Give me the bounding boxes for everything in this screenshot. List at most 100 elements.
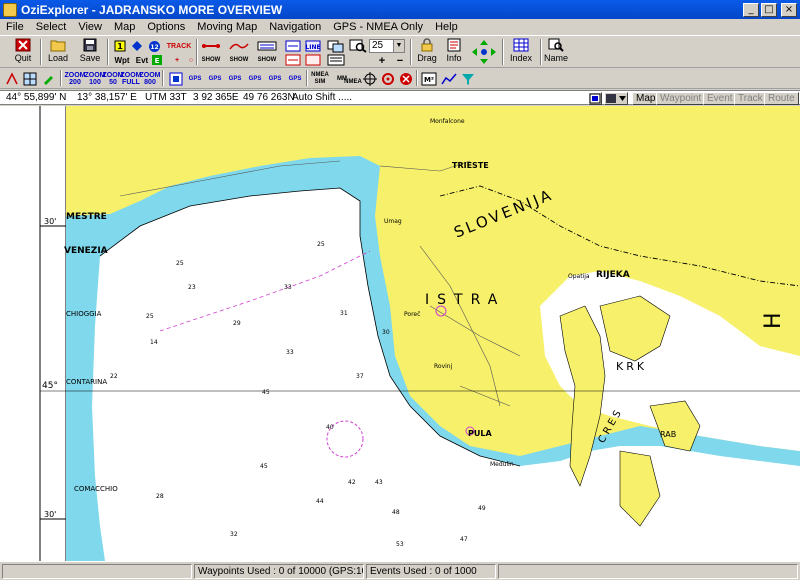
menu-navigation[interactable]: Navigation: [263, 21, 327, 33]
window-title: OziExplorer - JADRANSKO MORE OVERVIEW: [21, 2, 283, 17]
map-label-comacchio: COMACCHIO: [74, 485, 118, 493]
depth-sounding: 42: [348, 479, 356, 486]
map-windows-icon[interactable]: [326, 39, 346, 53]
target-icon[interactable]: [380, 71, 396, 87]
search-icon[interactable]: [348, 39, 368, 53]
nmea-sim-button[interactable]: NMEA SIM: [310, 71, 330, 87]
dropper-icon[interactable]: [40, 71, 56, 87]
depth-sounding: 33: [284, 284, 292, 291]
drag-button[interactable]: Drag: [414, 38, 440, 66]
map-list-icon[interactable]: [326, 53, 346, 67]
quit-button[interactable]: Quit: [10, 38, 36, 66]
gps-routes-button[interactable]: GPS: [246, 71, 264, 87]
line-icon[interactable]: LINE: [304, 39, 322, 53]
depth-sounding: 37: [356, 373, 364, 380]
route-settings-icon[interactable]: [284, 39, 302, 53]
close-button[interactable]: ×: [781, 2, 797, 17]
floppy-icon: [83, 38, 97, 52]
depth-sounding: 29: [233, 320, 241, 327]
depth-sounding: 44: [316, 498, 324, 505]
map-label-rab: RAB: [660, 430, 676, 439]
zoom-in-button[interactable]: +: [373, 54, 391, 68]
map-canvas[interactable]: SLOVENIJA ISTRA KRK CRES RAB VENEZIA MES…: [0, 106, 800, 561]
event-icon[interactable]: E: [148, 53, 166, 67]
diamond-icon[interactable]: [128, 39, 146, 53]
graph-icon[interactable]: [440, 71, 458, 87]
route-line-icon[interactable]: [200, 39, 222, 53]
track-tool[interactable]: TRACK: [166, 39, 192, 53]
auto-shift-readout: Auto Shift .....: [292, 92, 353, 103]
gps-download-button[interactable]: GPS: [226, 71, 244, 87]
map-frame-icon[interactable]: [168, 71, 184, 87]
index-button[interactable]: Index: [506, 38, 536, 66]
svg-text:1: 1: [117, 42, 123, 51]
nmea-log-button[interactable]: NMEA: [342, 71, 364, 87]
save-button[interactable]: Save: [76, 38, 104, 66]
map-label-rijeka: RIJEKA: [596, 270, 630, 280]
waypoints-list-icon[interactable]: [256, 39, 278, 53]
stop-icon[interactable]: [398, 71, 414, 87]
zoom-out-button[interactable]: −: [391, 54, 409, 68]
map-label-contarina: CONTARINA: [66, 378, 107, 386]
depth-sounding: 25: [146, 313, 154, 320]
number-circle-icon[interactable]: 12: [145, 39, 163, 53]
wpt-label-button[interactable]: Wpt: [111, 53, 133, 67]
maximize-button[interactable]: □: [761, 2, 777, 17]
map-grid-icon[interactable]: [22, 71, 38, 87]
waypoint-tool-icon[interactable]: 1: [111, 39, 129, 53]
gps-upload-button[interactable]: GPS: [206, 71, 224, 87]
map-label-mestre: MESTRE: [66, 212, 107, 222]
funnel-icon[interactable]: [460, 71, 476, 87]
zoom-800-button[interactable]: ZOOM 800: [140, 71, 161, 87]
depth-sounding: 48: [392, 509, 400, 516]
name-search-button[interactable]: Name: [542, 38, 570, 66]
gps-tracks-button[interactable]: GPS: [266, 71, 284, 87]
lat-label-30-north: 30': [44, 217, 56, 226]
gps-events-button[interactable]: GPS: [286, 71, 304, 87]
mode-event-button[interactable]: Event: [703, 92, 737, 105]
minimize-button[interactable]: _: [743, 2, 759, 17]
nmea-data-icon[interactable]: M²: [420, 71, 438, 87]
show-waypoints-button[interactable]: SHOW: [256, 53, 278, 67]
depth-sounding: 23: [188, 284, 196, 291]
lat-label-30-south: 30': [44, 510, 56, 519]
crosshair-icon[interactable]: [362, 71, 378, 87]
gps-button[interactable]: GPS: [186, 71, 204, 87]
zoom-full-button[interactable]: ZOOM FULL: [121, 71, 142, 87]
show-route-button[interactable]: SHOW: [200, 53, 222, 67]
zoom-50-button[interactable]: ZOOM 50: [103, 71, 124, 87]
track-tool-icon[interactable]: [4, 71, 20, 87]
zoom-200-button[interactable]: ZOOM 200: [65, 71, 86, 87]
menu-help[interactable]: Help: [429, 21, 464, 33]
mode-waypoint-button[interactable]: Waypoint: [656, 92, 706, 105]
menu-file[interactable]: File: [0, 21, 30, 33]
depth-sounding: 49: [478, 505, 486, 512]
status-panel-empty: [2, 564, 192, 579]
line-edit-icon[interactable]: [304, 53, 322, 67]
load-button[interactable]: Load: [44, 38, 72, 66]
pan-arrows-icon[interactable]: [470, 38, 498, 66]
title-bar: OziExplorer - JADRANSKO MORE OVERVIEW _ …: [0, 0, 800, 19]
map-image-icon[interactable]: [588, 92, 602, 105]
show-tracks-button[interactable]: SHOW: [228, 53, 250, 67]
menu-map[interactable]: Map: [108, 21, 141, 33]
mode-route-button[interactable]: Route: [764, 92, 799, 105]
svg-text:LINE: LINE: [305, 44, 320, 51]
depth-sounding: 14: [150, 339, 158, 346]
menu-gps-nmea[interactable]: GPS - NMEA Only: [327, 21, 429, 33]
mode-track-button[interactable]: Track: [734, 92, 767, 105]
depth-sounding: 45: [260, 463, 268, 470]
menu-view[interactable]: View: [72, 21, 108, 33]
tracks-icon[interactable]: [228, 39, 250, 53]
zoom-100-button[interactable]: ZOOM 100: [85, 71, 106, 87]
depth-sounding: 32: [230, 531, 238, 538]
menu-options[interactable]: Options: [141, 21, 191, 33]
map-label-medulin: Medulin: [490, 461, 514, 468]
zoom-select[interactable]: 25 ▼: [369, 39, 405, 53]
menu-moving-map[interactable]: Moving Map: [191, 21, 263, 33]
info-button[interactable]: Info: [442, 38, 466, 66]
depth-sounding: 33: [286, 349, 294, 356]
menu-select[interactable]: Select: [30, 21, 73, 33]
save-image-icon[interactable]: [604, 92, 628, 105]
route-edit-icon[interactable]: [284, 53, 302, 67]
